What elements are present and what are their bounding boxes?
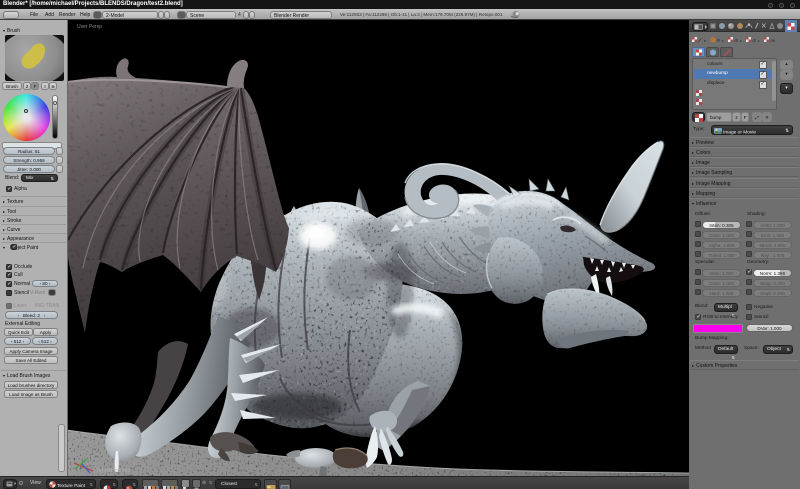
svg-text:▸: ▸ <box>704 38 706 43</box>
svg-text:▸: ▸ <box>722 38 724 43</box>
svg-text:(1) Retopo.001: (1) Retopo.001 <box>97 468 131 474</box>
svg-text:R: R <box>717 38 720 43</box>
svg-text:▸: ▸ <box>758 38 760 43</box>
svg-text:ne: ne <box>771 38 776 43</box>
svg-text:▸: ▸ <box>740 38 742 43</box>
svg-text:dr: dr <box>735 38 739 43</box>
svg-text:dr: dr <box>753 38 757 43</box>
